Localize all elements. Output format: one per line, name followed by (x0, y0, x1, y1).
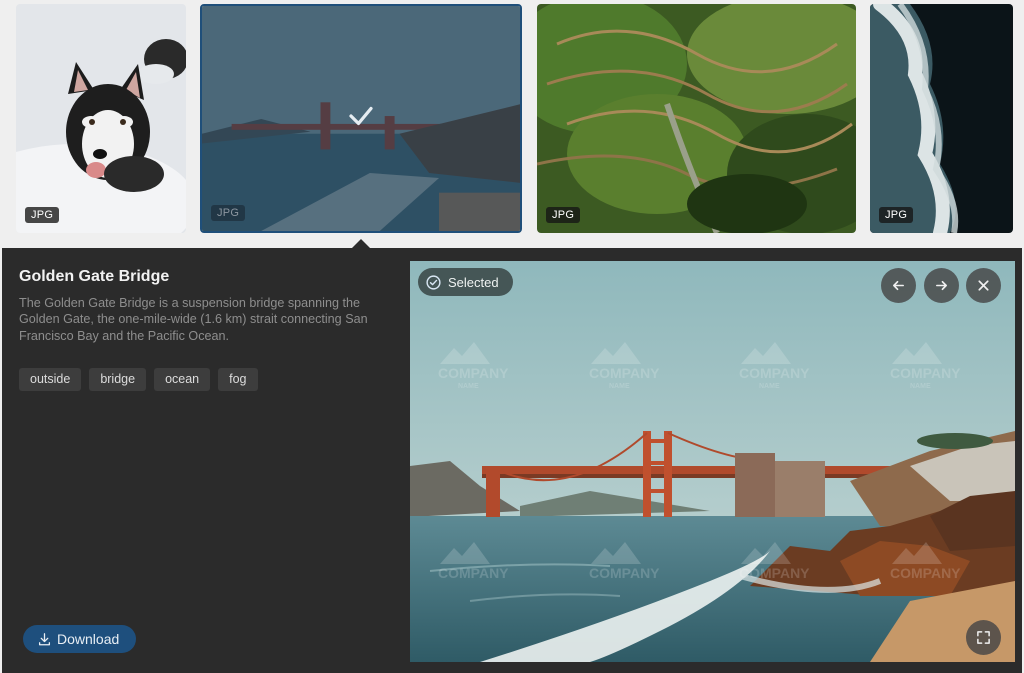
tag-outside[interactable]: outside (19, 368, 82, 391)
file-type-badge: JPG (879, 207, 914, 223)
thumbnail-golden-gate[interactable]: JPG (200, 4, 522, 233)
selected-badge[interactable]: Selected (418, 268, 513, 296)
arrow-left-icon (893, 280, 904, 291)
close-icon (978, 280, 989, 291)
image-description: The Golden Gate Bridge is a suspension b… (19, 296, 368, 343)
tag-fog[interactable]: fog (218, 368, 258, 391)
golden-gate-preview-image (410, 261, 1015, 662)
selection-pointer (352, 239, 370, 248)
tag-bridge[interactable]: bridge (89, 368, 147, 391)
thumbnail-husky[interactable]: JPG (16, 4, 186, 233)
detail-panel: Golden Gate Bridge The Golden Gate Bridg… (2, 248, 1022, 673)
download-icon (38, 632, 51, 645)
file-type-badge: JPG (25, 207, 60, 223)
image-title: Golden Gate Bridge (19, 268, 170, 285)
ocean-waves-image (870, 4, 1013, 233)
previous-button[interactable] (881, 268, 916, 303)
next-button[interactable] (924, 268, 959, 303)
check-icon (349, 106, 373, 125)
tag-ocean[interactable]: ocean (154, 368, 211, 391)
husky-image (16, 4, 186, 233)
thumbnail-strip: JPG JPG JPG JPG (0, 0, 1024, 246)
download-label: Download (57, 631, 120, 647)
arrow-right-icon (936, 280, 947, 291)
download-button[interactable]: Download (23, 625, 137, 653)
selected-label: Selected (448, 274, 499, 290)
file-type-badge: JPG (211, 205, 246, 221)
thumbnail-ocean-waves[interactable]: JPG (870, 4, 1013, 233)
image-preview: COMPANY NAME COMPANY NAME COMPANY NAME C… (410, 261, 1015, 662)
expand-icon (977, 631, 990, 644)
tag-list: outside bridge ocean fog (19, 368, 258, 391)
file-type-badge: JPG (546, 207, 581, 223)
check-circle-icon (426, 274, 441, 290)
fullscreen-button[interactable] (966, 620, 1001, 655)
thumbnail-rice-terraces[interactable]: JPG (537, 4, 856, 233)
rice-terraces-image (537, 4, 856, 233)
close-button[interactable] (966, 268, 1001, 303)
